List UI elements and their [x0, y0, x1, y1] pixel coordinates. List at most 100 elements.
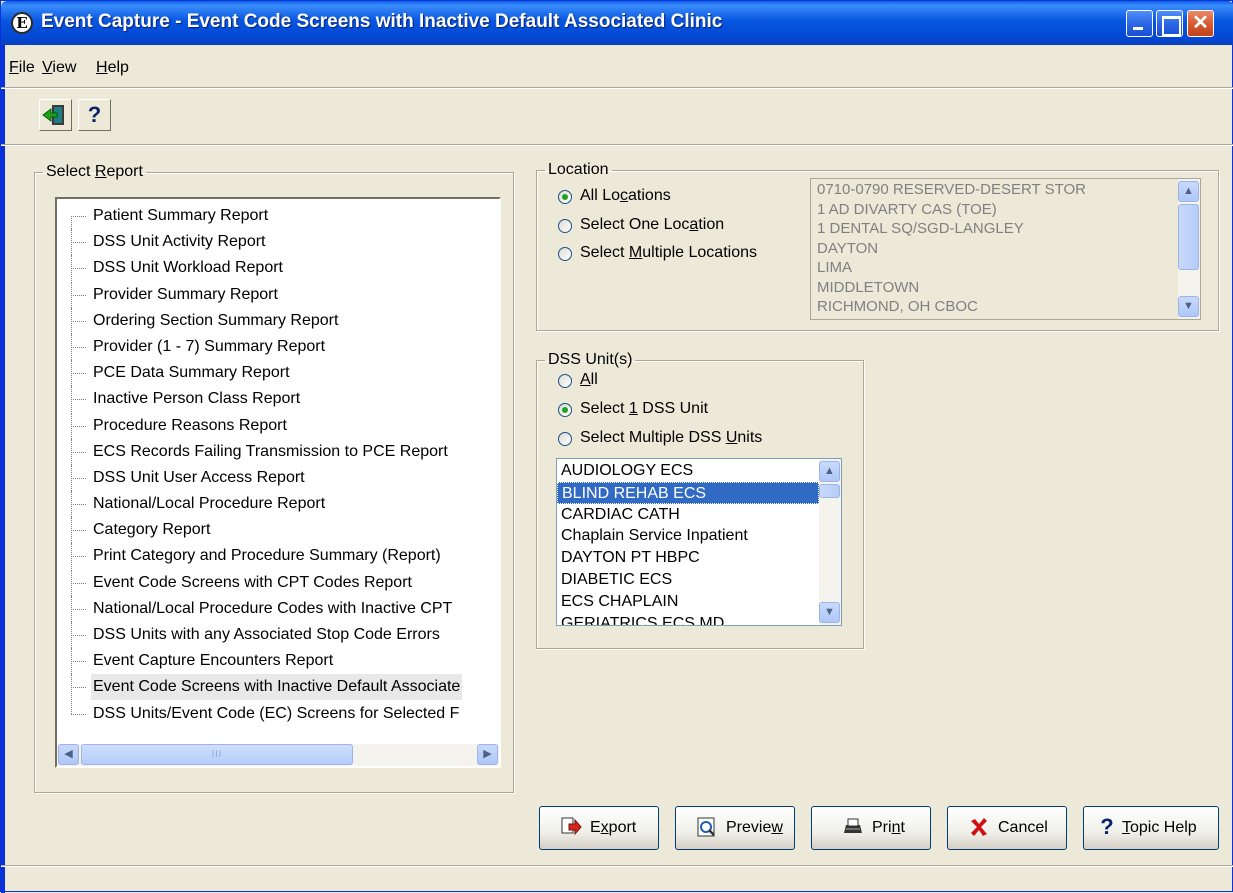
tree-line — [71, 216, 86, 217]
dss-unit-list-item[interactable]: DAYTON PT HBPC — [557, 547, 841, 569]
report-tree-item[interactable]: DSS Unit Workload Report — [57, 255, 499, 282]
report-tree-item[interactable]: Provider Summary Report — [57, 281, 499, 308]
window-title: Event Capture - Event Code Screens with … — [41, 11, 723, 32]
radio-circle-icon — [558, 190, 572, 204]
vertical-scrollbar[interactable]: ▲ ▼ — [1178, 179, 1200, 319]
cancel-button[interactable]: Cancel — [947, 806, 1067, 850]
location-list: 0710-0790 RESERVED-DESERT STOR 1 AD DIVAR… — [811, 179, 1200, 317]
report-tree-item[interactable]: PCE Data Summary Report — [57, 360, 499, 387]
toolbar-divider — [1, 87, 1233, 89]
exit-toolbar-button[interactable] — [39, 99, 72, 131]
scroll-up-icon[interactable]: ▲ — [1178, 181, 1199, 202]
dss-unit-list-item[interactable]: CARDIAC CATH — [557, 504, 841, 526]
dss-unit-list-item[interactable]: DIABETIC ECS — [557, 569, 841, 591]
report-tree-item-label: Procedure Reasons Report — [93, 416, 287, 434]
report-tree-item[interactable]: Event Code Screens with Inactive Default… — [57, 674, 499, 701]
tree-line — [71, 268, 86, 270]
report-tree-item[interactable]: Category Report — [57, 517, 499, 544]
tree-line — [71, 294, 86, 296]
location-list-item[interactable]: 1 AD DIVARTY CAS (TOE) — [811, 200, 1200, 220]
dss-unit-list-item[interactable]: Chaplain Service Inpatient — [557, 525, 841, 547]
help-question-icon: ? — [87, 102, 102, 127]
help-toolbar-button[interactable]: ? — [78, 99, 111, 131]
location-list-item[interactable]: 0710-0790 RESERVED-DESERT STOR — [811, 180, 1200, 200]
scroll-up-icon[interactable]: ▲ — [819, 461, 840, 482]
tree-line — [71, 700, 72, 714]
vertical-scrollbar[interactable]: ▲ ▼ — [819, 459, 841, 625]
report-tree-item[interactable]: Inactive Person Class Report — [57, 386, 499, 413]
menu-view[interactable]: View — [42, 59, 76, 77]
report-tree-item-label: National/Local Procedure Codes with Inac… — [93, 599, 453, 617]
dss-unit-listbox[interactable]: AUDIOLOGY ECS BLIND REHAB ECS CARDIAC CATH… — [556, 458, 842, 626]
radio-circle-icon — [558, 432, 572, 446]
report-tree-item[interactable]: Ordering Section Summary Report — [57, 307, 499, 334]
horizontal-scrollbar[interactable]: ◀ III ▶ — [57, 744, 499, 766]
toolbar-divider-bottom — [1, 144, 1233, 146]
report-tree-item[interactable]: DSS Unit User Access Report — [57, 464, 499, 491]
scroll-right-icon[interactable]: ▶ — [477, 744, 498, 765]
scroll-left-icon[interactable]: ◀ — [58, 744, 79, 765]
dss-unit-list-item[interactable]: ECS CHAPLAIN — [557, 591, 841, 613]
menu-bar: File View Help — [1, 56, 1233, 82]
report-tree-item-label: Event Capture Encounters Report — [93, 652, 334, 670]
report-tree-item[interactable]: Provider (1 - 7) Summary Report — [57, 333, 499, 360]
report-tree-item-label: DSS Unit User Access Report — [93, 468, 305, 486]
export-button[interactable]: Export — [539, 806, 659, 850]
radio-circle-icon — [558, 219, 572, 233]
minimize-button[interactable] — [1126, 10, 1153, 37]
location-listbox[interactable]: 0710-0790 RESERVED-DESERT STOR 1 AD DIVAR… — [810, 178, 1201, 320]
status-bar — [1, 865, 1233, 867]
report-tree-item[interactable]: Procedure Reasons Report — [57, 412, 499, 439]
tree-line — [71, 320, 86, 322]
location-list-item[interactable]: 1 DENTAL SQ/SGD-LANGLEY — [811, 219, 1200, 239]
dss-unit-list-item[interactable]: AUDIOLOGY ECS — [557, 460, 841, 482]
report-tree-item[interactable]: DSS Units/Event Code (EC) Screens for Se… — [57, 700, 499, 727]
tree-line — [71, 661, 86, 663]
scroll-thumb[interactable] — [819, 484, 840, 498]
report-tree-item-label: Patient Summary Report — [93, 207, 269, 224]
export-icon — [561, 817, 582, 836]
preview-button[interactable]: Preview — [675, 806, 795, 850]
title-bar[interactable]: E Event Capture - Event Code Screens wit… — [1, 1, 1233, 45]
scroll-down-icon[interactable]: ▼ — [1178, 296, 1199, 317]
help-question-icon: ? — [1100, 814, 1114, 839]
location-legend: Location — [548, 161, 609, 178]
report-tree[interactable]: Patient Summary Report DSS Unit Activity … — [55, 197, 501, 768]
scroll-thumb[interactable] — [1178, 204, 1199, 270]
report-tree-item-label: National/Local Procedure Report — [93, 495, 326, 513]
report-tree-item[interactable]: DSS Units with any Associated Stop Code … — [57, 622, 499, 648]
report-tree-item[interactable]: Print Category and Procedure Summary (Re… — [57, 543, 499, 570]
report-tree-item[interactable]: Patient Summary Report — [57, 203, 499, 229]
dss-unit-list-item[interactable]: GERIATRICS ECS MD — [557, 613, 841, 625]
location-list-item[interactable]: LIMA — [811, 258, 1200, 278]
menu-help[interactable]: Help — [96, 59, 129, 77]
report-tree-item-label: DSS Unit Activity Report — [93, 233, 266, 251]
topic-help-button[interactable]: ? Topic Help — [1083, 806, 1219, 850]
report-tree-item[interactable]: DSS Unit Activity Report — [57, 229, 499, 256]
print-button[interactable]: Print — [811, 806, 931, 850]
radio-circle-icon — [558, 247, 572, 261]
report-tree-item[interactable]: ECS Records Failing Transmission to PCE … — [57, 438, 499, 465]
location-list-item[interactable]: MIDDLETOWN — [811, 278, 1200, 298]
scroll-down-icon[interactable]: ▼ — [819, 602, 840, 623]
tree-line — [71, 451, 86, 453]
maximize-button[interactable] — [1156, 10, 1183, 37]
close-button[interactable]: ✕ — [1187, 10, 1214, 37]
tree-line — [71, 582, 86, 584]
report-tree-item[interactable]: National/Local Procedure Report — [57, 491, 499, 518]
close-icon: ✕ — [1192, 12, 1209, 34]
scroll-thumb[interactable]: III — [81, 744, 353, 765]
location-list-item[interactable]: RICHMOND, OH CBOC — [811, 297, 1200, 317]
tree-line — [71, 635, 86, 636]
dss-unit-list-item[interactable]: BLIND REHAB ECS — [557, 481, 819, 504]
tree-line — [71, 608, 86, 610]
report-tree-item[interactable]: National/Local Procedure Codes with Inac… — [57, 595, 499, 622]
menu-file[interactable]: File — [9, 59, 35, 77]
report-tree-item-label: ECS Records Failing Transmission to PCE … — [93, 442, 448, 460]
location-list-item[interactable]: DAYTON — [811, 239, 1200, 259]
radio-circle-icon — [558, 374, 572, 388]
report-tree-item[interactable]: Event Code Screens with CPT Codes Report — [57, 569, 499, 596]
report-tree-item[interactable]: Event Capture Encounters Report — [57, 648, 499, 675]
tree-line — [71, 346, 86, 348]
radio-circle-icon — [558, 403, 572, 417]
